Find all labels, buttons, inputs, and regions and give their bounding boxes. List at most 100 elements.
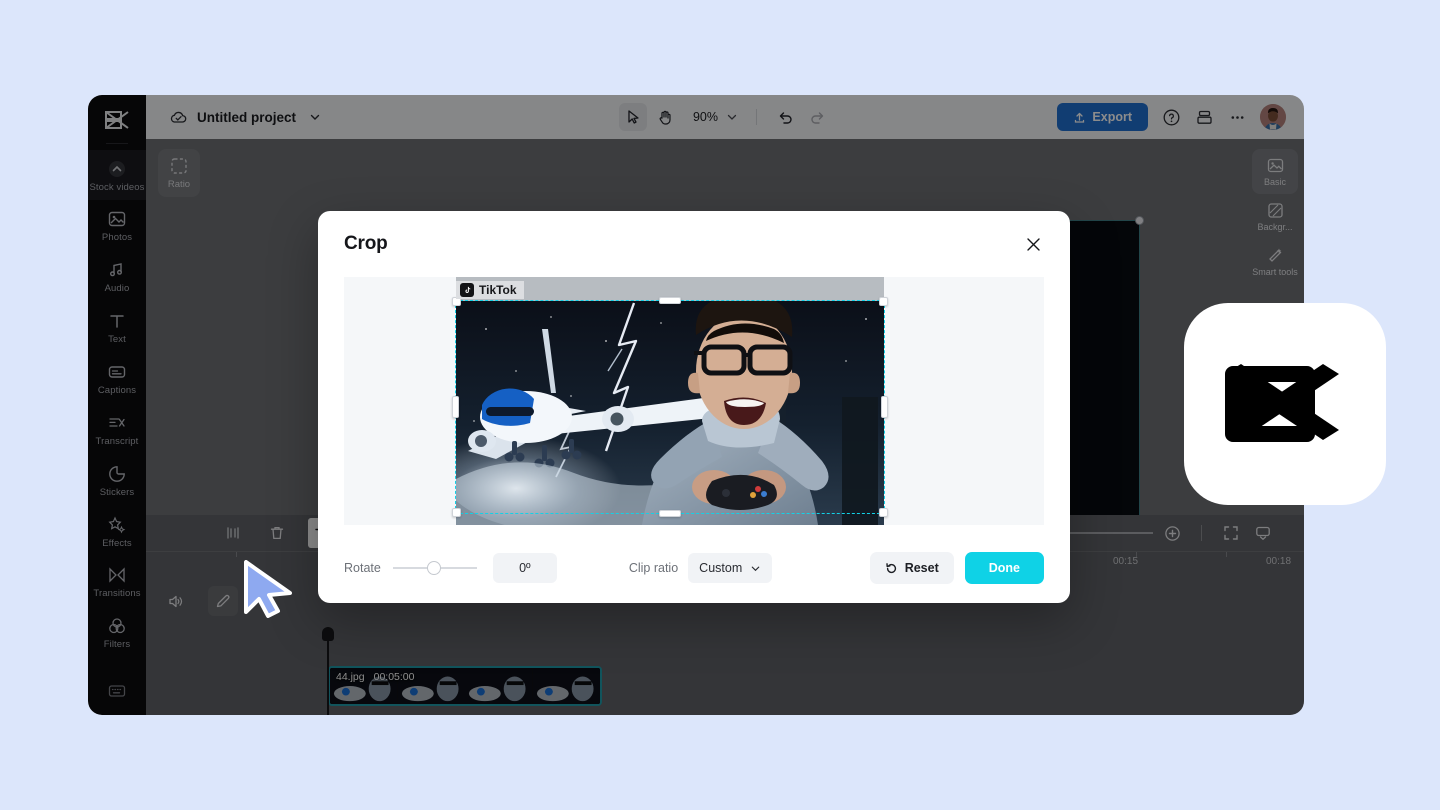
fit-button[interactable] (1218, 520, 1244, 546)
avatar[interactable] (1260, 104, 1286, 130)
sidebar-item-label: Transcript (95, 435, 139, 447)
rotate-slider-knob[interactable] (426, 561, 441, 575)
sidebar-item-label: Photos (101, 231, 133, 243)
reset-button[interactable]: Reset (869, 552, 954, 584)
done-label: Done (988, 561, 1020, 575)
right-item-background[interactable]: Backgr... (1252, 194, 1298, 239)
top-right-actions: Export (1057, 103, 1286, 131)
crop-canvas[interactable]: TikTok (344, 277, 1044, 525)
crop-dialog-footer: Rotate 0º Clip ratio Custom Reset Done (318, 533, 1070, 603)
right-item-label: Smart tools (1252, 266, 1298, 277)
clip-ratio-select[interactable]: Custom (688, 553, 773, 583)
canvas-tools: 90% (618, 103, 831, 131)
sidebar-item-label: Text (108, 333, 126, 345)
photos-icon (107, 209, 127, 229)
sidebar-item-audio[interactable]: Audio (88, 251, 146, 302)
sidebar-item-label: Stickers (99, 486, 135, 498)
crop-handle-tr[interactable] (879, 297, 888, 306)
sidebar-item-label: Audio (104, 282, 130, 294)
track-volume-button[interactable] (160, 586, 190, 616)
clip-thumbnail (532, 668, 600, 704)
redo-icon[interactable] (803, 103, 831, 131)
rail-divider (106, 143, 128, 144)
export-button[interactable]: Export (1057, 103, 1148, 131)
chevron-down-icon[interactable] (722, 107, 742, 127)
delete-icon (270, 526, 284, 540)
undo-icon[interactable] (771, 103, 799, 131)
capcut-logo-icon (1225, 364, 1339, 442)
sidebar-item-label: Stock videos (89, 182, 145, 193)
chevron-down-icon[interactable] (305, 107, 325, 127)
crop-dialog: Crop TikTok Rotate 0º Clip ratio Custom … (318, 211, 1070, 603)
zoom-level-value: 90% (692, 110, 719, 124)
done-button[interactable]: Done (964, 552, 1044, 584)
clip-thumbnail (465, 668, 533, 704)
sidebar-item-text[interactable]: Text (88, 302, 146, 353)
chevron-down-icon (751, 566, 760, 571)
right-item-label: Basic (1263, 177, 1286, 187)
close-icon[interactable] (1022, 233, 1044, 255)
crop-handle-top[interactable] (659, 297, 681, 304)
right-item-smart-tools[interactable]: Smart tools (1252, 239, 1298, 284)
sidebar-item-label: Transitions (93, 588, 141, 600)
rotate-slider[interactable] (392, 561, 477, 575)
stickers-icon (107, 464, 127, 484)
sidebar-item-label: Captions (97, 384, 137, 396)
sidebar-item-stickers[interactable]: Stickers (88, 455, 146, 506)
ratio-label: Ratio (167, 178, 191, 190)
crop-handle-br[interactable] (879, 508, 888, 517)
render-button[interactable] (1250, 520, 1276, 546)
clip-name: 44.jpg (336, 671, 365, 683)
keyboard-shortcuts-button[interactable] (107, 681, 127, 715)
track-edit-button[interactable] (208, 586, 238, 616)
tiktok-watermark: TikTok (456, 281, 524, 299)
stock-videos-icon (107, 159, 127, 179)
ratio-button[interactable]: Ratio (158, 149, 200, 197)
left-sidebar: Stock videos Photos Audio Text Captions (88, 95, 146, 715)
rotate-input[interactable]: 0º (492, 553, 557, 583)
sidebar-item-transcript[interactable]: Transcript (88, 404, 146, 455)
sidebar-item-transitions[interactable]: Transitions (88, 556, 146, 607)
project-title: Untitled project (197, 109, 297, 125)
zoom-in-button[interactable] (1159, 520, 1185, 546)
split-tool[interactable] (220, 520, 246, 546)
resize-handle-tr[interactable] (1135, 216, 1144, 225)
select-tool-icon[interactable] (618, 103, 647, 131)
help-icon[interactable] (1161, 107, 1181, 127)
sidebar-item-stock-videos[interactable]: Stock videos (88, 150, 146, 200)
hand-tool-icon[interactable] (651, 103, 679, 131)
crop-selection[interactable] (452, 297, 888, 517)
crop-handle-bl[interactable] (452, 508, 461, 517)
delete-tool[interactable] (264, 520, 290, 546)
volume-icon (168, 595, 182, 607)
sidebar-item-label: Effects (102, 537, 132, 549)
capcut-logo-badge (1184, 303, 1386, 505)
crop-handle-bottom[interactable] (659, 510, 681, 517)
capcut-logo-icon (98, 105, 136, 135)
sidebar-item-filters[interactable]: Filters (88, 607, 146, 658)
sidebar-item-captions[interactable]: Captions (88, 353, 146, 404)
split-icon (227, 527, 239, 539)
ruler-label: 00:18 (1266, 556, 1292, 567)
sidebar-item-photos[interactable]: Photos (88, 200, 146, 251)
crop-handle-left[interactable] (452, 396, 459, 418)
top-toolbar: Untitled project 90% Export (146, 95, 1304, 139)
zoom-in-icon (1164, 525, 1180, 541)
captions-icon (107, 362, 127, 382)
project-title-group[interactable]: Untitled project (168, 107, 325, 127)
basic-icon (1267, 158, 1283, 173)
crop-handle-right[interactable] (881, 396, 888, 418)
clip-ratio-label: Clip ratio (628, 561, 679, 575)
more-icon[interactable] (1227, 107, 1247, 127)
sidebar-item-effects[interactable]: Effects (88, 506, 146, 557)
timeline-playhead[interactable] (322, 627, 334, 715)
rotate-label: Rotate (344, 561, 381, 575)
timeline-clip[interactable]: 44.jpg 00:05:00 (328, 666, 602, 706)
audio-icon (107, 260, 127, 280)
right-item-basic[interactable]: Basic (1252, 149, 1298, 194)
crop-dialog-title: Crop (344, 233, 388, 254)
layout-icon[interactable] (1194, 107, 1214, 127)
timeline-zoom-slider[interactable] (1067, 532, 1153, 534)
crop-dialog-header: Crop (318, 211, 1070, 255)
edit-icon (216, 594, 230, 608)
